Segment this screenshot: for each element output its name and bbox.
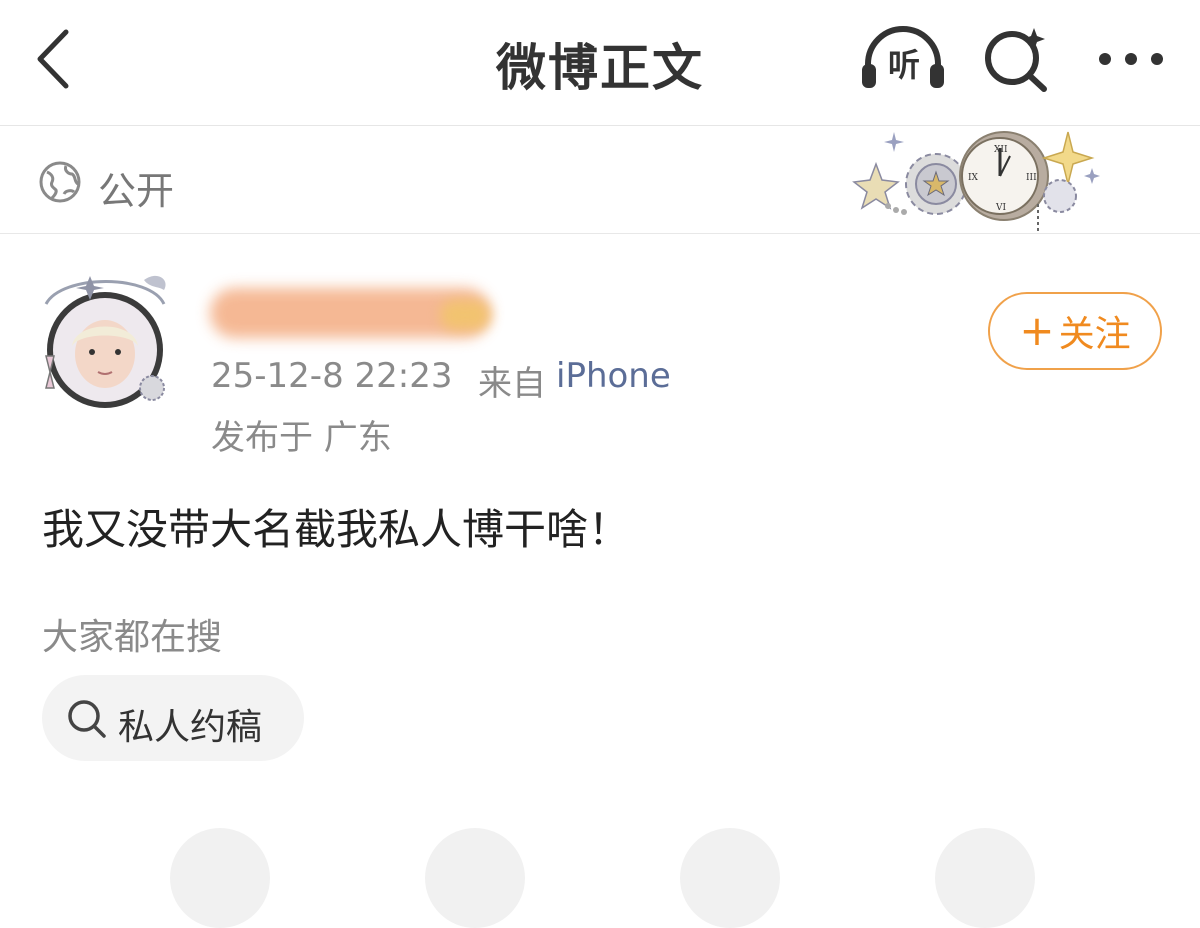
svg-text:IX: IX bbox=[968, 173, 979, 183]
action-circle[interactable] bbox=[425, 828, 525, 928]
ai-search-icon[interactable] bbox=[982, 26, 1050, 92]
follow-label: 关注 bbox=[1058, 314, 1131, 355]
post-timestamp: 25-12-8 22:23 bbox=[211, 356, 453, 396]
action-circle[interactable] bbox=[680, 828, 780, 928]
source-prefix: 来自 bbox=[478, 364, 546, 404]
hot-search-label: 大家都在搜 bbox=[42, 617, 223, 658]
post-location: 发布于 广东 bbox=[211, 418, 392, 458]
listen-label: 听 bbox=[887, 46, 920, 84]
more-icon[interactable] bbox=[1096, 44, 1166, 74]
action-circle[interactable] bbox=[935, 828, 1035, 928]
clock-gear-decoration: XII III VI IX bbox=[852, 131, 1100, 234]
follow-button[interactable]: + 关注 bbox=[988, 292, 1162, 370]
svg-text:III: III bbox=[1026, 173, 1037, 183]
svg-text:XII: XII bbox=[994, 145, 1008, 155]
visibility-label: 公开 bbox=[98, 169, 175, 213]
svg-text:VI: VI bbox=[995, 203, 1006, 213]
post-text: 我又没带大名截我私人博干啥！ bbox=[42, 505, 631, 554]
source-device-link[interactable]: iPhone bbox=[556, 356, 671, 396]
avatar[interactable] bbox=[32, 264, 178, 410]
vip-badge-blurred bbox=[440, 300, 490, 330]
search-icon bbox=[68, 700, 106, 738]
globe-icon bbox=[39, 161, 81, 203]
plus-icon: + bbox=[1019, 306, 1055, 355]
hot-search-chip-label: 私人约稿 bbox=[118, 707, 263, 748]
action-circle[interactable] bbox=[170, 828, 270, 928]
